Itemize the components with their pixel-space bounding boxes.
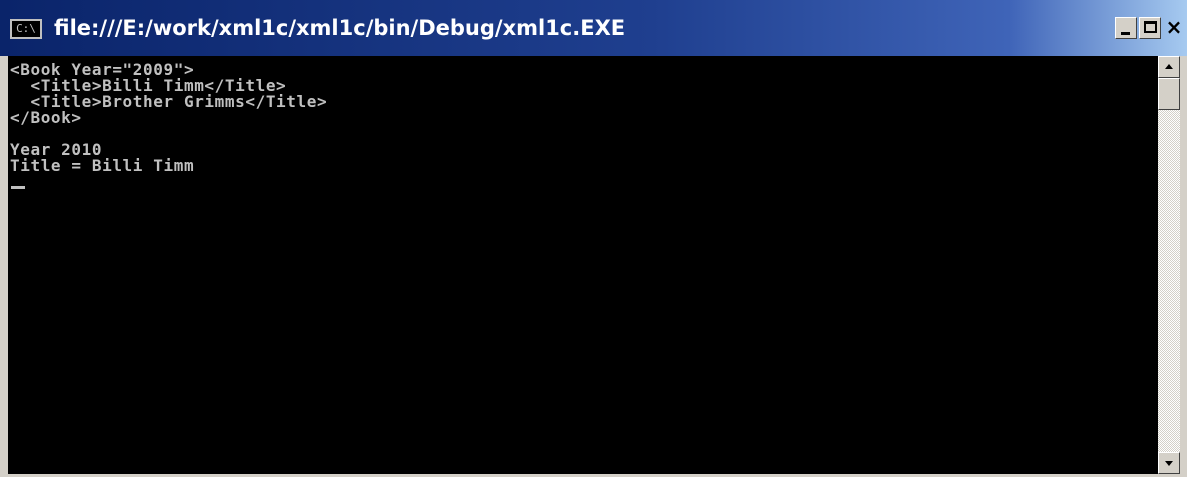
console-window: C:\ file:///E:/work/xml1c/xml1c/bin/Debu… bbox=[0, 0, 1187, 477]
vertical-scrollbar[interactable] bbox=[1158, 56, 1180, 474]
window-right-border bbox=[1180, 56, 1187, 477]
console-line: </Book> bbox=[10, 108, 82, 127]
maximize-icon bbox=[1144, 21, 1157, 33]
scroll-down-button[interactable] bbox=[1158, 452, 1180, 474]
scroll-thumb[interactable] bbox=[1158, 78, 1180, 110]
close-icon: × bbox=[1165, 15, 1183, 39]
minimize-button[interactable] bbox=[1115, 17, 1137, 39]
text-cursor bbox=[11, 186, 25, 189]
console-window-icon[interactable]: C:\ bbox=[10, 19, 42, 39]
arrow-down-icon bbox=[1165, 461, 1173, 466]
scroll-up-button[interactable] bbox=[1158, 56, 1180, 78]
window-title: file:///E:/work/xml1c/xml1c/bin/Debug/xm… bbox=[54, 16, 626, 40]
title-bar[interactable]: C:\ file:///E:/work/xml1c/xml1c/bin/Debu… bbox=[0, 0, 1187, 56]
close-button[interactable]: × bbox=[1163, 17, 1185, 39]
arrow-up-icon bbox=[1165, 64, 1173, 69]
minimize-icon bbox=[1121, 32, 1130, 35]
window-left-border bbox=[0, 56, 8, 477]
maximize-button[interactable] bbox=[1139, 17, 1161, 39]
console-line: Title = Billi Timm bbox=[10, 156, 195, 175]
console-output[interactable]: <Book Year="2009"> <Title>Billi Timm</Ti… bbox=[8, 56, 1158, 474]
